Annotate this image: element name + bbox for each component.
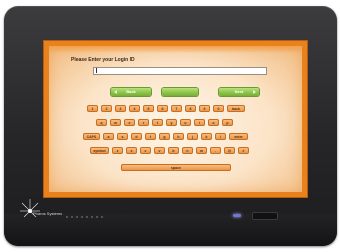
- key-z[interactable]: z: [112, 147, 123, 154]
- key-space[interactable]: space: [121, 164, 231, 171]
- brand-name: Pharos Systems: [33, 211, 63, 216]
- vent-dots: [66, 216, 106, 218]
- key-period[interactable]: .: [210, 147, 221, 154]
- status-led: [233, 214, 241, 217]
- key-4[interactable]: 4: [129, 105, 140, 112]
- key-w[interactable]: w: [110, 119, 121, 126]
- key-p[interactable]: p: [222, 119, 233, 126]
- key-o[interactable]: o: [208, 119, 219, 126]
- key-n[interactable]: n: [182, 147, 193, 154]
- key-d[interactable]: d: [131, 133, 142, 140]
- key-2[interactable]: 2: [101, 105, 112, 112]
- login-prompt: Please Enter your Login ID: [71, 57, 135, 63]
- key-back[interactable]: back: [227, 105, 245, 112]
- key-q[interactable]: q: [96, 119, 107, 126]
- key-h[interactable]: h: [173, 133, 184, 140]
- key-x[interactable]: x: [126, 147, 137, 154]
- key-a[interactable]: a: [103, 133, 114, 140]
- key-u[interactable]: u: [180, 119, 191, 126]
- screen-header-strip: [49, 46, 302, 53]
- key-s[interactable]: s: [117, 133, 128, 140]
- key-b[interactable]: b: [168, 147, 179, 154]
- text-caret: [96, 68, 97, 74]
- key-r[interactable]: r: [138, 119, 149, 126]
- key-caps[interactable]: CAPS: [83, 133, 100, 140]
- middle-nav-button[interactable]: [162, 88, 198, 96]
- key-at[interactable]: @: [224, 147, 235, 154]
- device-bottom-panel: [4, 214, 337, 246]
- card-reader-slot: [252, 212, 278, 220]
- back-button-label: Back: [126, 89, 136, 94]
- key-f[interactable]: f: [145, 133, 156, 140]
- key-j[interactable]: j: [187, 133, 198, 140]
- key-y[interactable]: y: [166, 119, 177, 126]
- arrow-left-icon: [114, 90, 117, 94]
- touch-screen: Please Enter your Login ID Back Next 123…: [44, 41, 307, 197]
- key-t[interactable]: t: [152, 119, 163, 126]
- key-v[interactable]: v: [154, 147, 165, 154]
- key-3[interactable]: 3: [115, 105, 126, 112]
- key-c[interactable]: c: [140, 147, 151, 154]
- key-l[interactable]: l: [215, 133, 226, 140]
- back-button[interactable]: Back: [111, 88, 151, 96]
- key-e[interactable]: e: [124, 119, 135, 126]
- key-0[interactable]: 0: [213, 105, 224, 112]
- key-hash[interactable]: #: [238, 147, 249, 154]
- key-symbol[interactable]: symbol: [90, 147, 109, 154]
- arrow-right-icon: [253, 90, 256, 94]
- key-i[interactable]: i: [194, 119, 205, 126]
- key-enter[interactable]: enter: [229, 133, 248, 140]
- key-k[interactable]: k: [201, 133, 212, 140]
- key-6[interactable]: 6: [157, 105, 168, 112]
- key-g[interactable]: g: [159, 133, 170, 140]
- key-8[interactable]: 8: [185, 105, 196, 112]
- login-id-input[interactable]: [93, 67, 267, 75]
- next-button-label: Next: [234, 89, 244, 94]
- key-7[interactable]: 7: [171, 105, 182, 112]
- pharos-logo-icon: [20, 199, 40, 218]
- key-5[interactable]: 5: [143, 105, 154, 112]
- key-9[interactable]: 9: [199, 105, 210, 112]
- next-button[interactable]: Next: [219, 88, 259, 96]
- key-m[interactable]: m: [196, 147, 207, 154]
- key-1[interactable]: 1: [87, 105, 98, 112]
